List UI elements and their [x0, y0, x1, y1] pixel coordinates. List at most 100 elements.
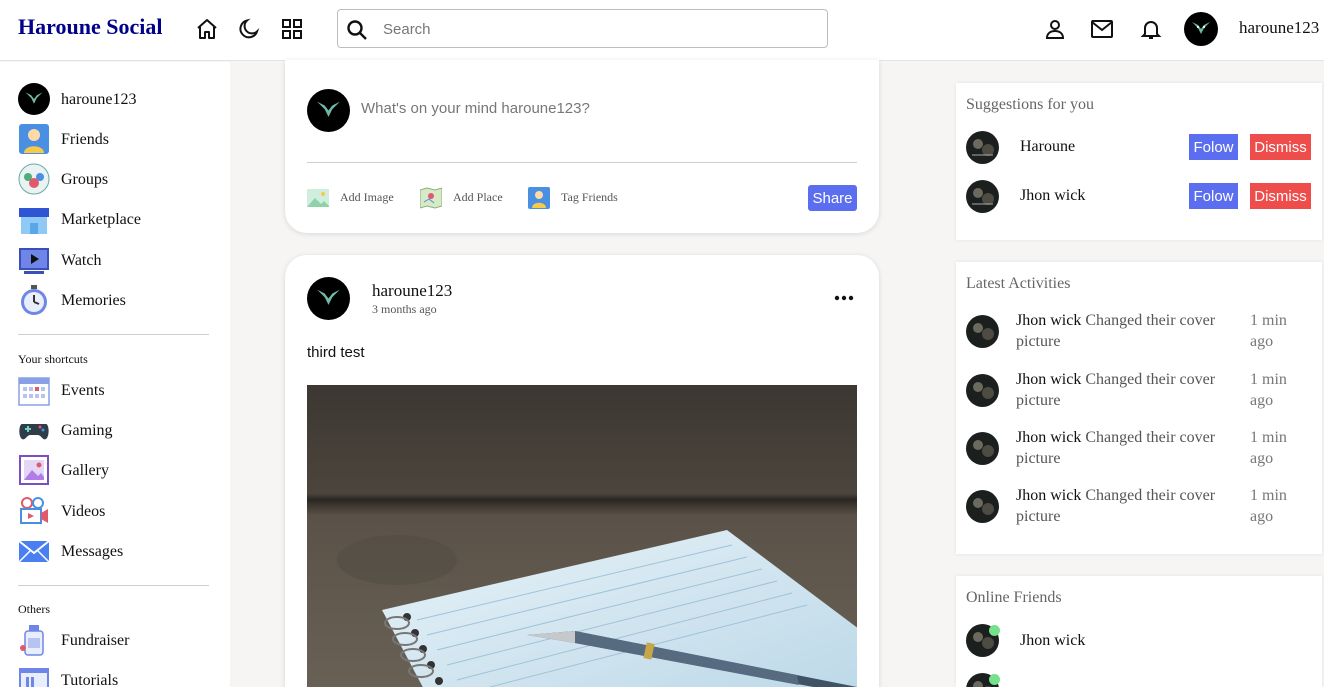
follow-button[interactable]: Folow: [1189, 134, 1238, 160]
tag-friends-label: Tag Friends: [561, 190, 618, 204]
add-image-button[interactable]: Add Image: [307, 187, 407, 209]
sidebar-item-friends[interactable]: Friends: [18, 123, 218, 157]
activity-time: 1 min ago: [1250, 429, 1287, 467]
sidebar-item-label: Tutorials: [61, 672, 119, 687]
sidebar-item-label: Friends: [61, 131, 109, 148]
activity-text: Jhon wick Changed their cover picture: [1016, 485, 1241, 527]
friends-icon: [19, 124, 49, 154]
sidebar-item-gallery[interactable]: Gallery: [18, 454, 218, 488]
sidebar-item-label: Memories: [61, 292, 126, 309]
fundraiser-icon: [20, 625, 44, 656]
post-text: third test: [307, 344, 365, 361]
create-post-card: Add Image Add Place Tag Friends Share: [285, 60, 879, 233]
avatar[interactable]: [966, 374, 999, 407]
avatar-mask-icon: [1192, 22, 1210, 34]
suggestions-card: Suggestions for you Haroune Folow Dismis…: [956, 83, 1322, 240]
sidebar-item-label: Events: [61, 382, 105, 399]
events-icon: [18, 377, 50, 406]
left-sidebar: haroune123 Friends Groups Marketplace Wa…: [0, 62, 230, 687]
person-icon[interactable]: [1043, 17, 1067, 41]
activity-user[interactable]: Jhon wick: [1016, 429, 1081, 446]
sidebar-item-videos[interactable]: Videos: [18, 495, 218, 529]
top-navbar: Haroune Social haroune123: [0, 0, 1324, 61]
avatar: [18, 83, 50, 115]
avatar[interactable]: [966, 131, 999, 164]
sidebar-item-tutorials[interactable]: Tutorials: [18, 664, 218, 687]
composer-divider: [307, 162, 857, 163]
avatar[interactable]: [966, 180, 999, 213]
post-card: haroune123 3 months ago third test: [285, 255, 879, 687]
search-bar: [337, 9, 828, 48]
mail-icon[interactable]: [1090, 17, 1114, 41]
sidebar-divider: [18, 585, 209, 586]
sidebar-item-events[interactable]: Events: [18, 374, 218, 408]
avatar[interactable]: [966, 315, 999, 348]
suggestion-name[interactable]: Haroune: [1020, 138, 1075, 156]
moon-icon[interactable]: [237, 17, 261, 41]
nav-username[interactable]: haroune123: [1239, 18, 1319, 38]
sidebar-item-label: Videos: [61, 503, 106, 520]
sidebar-divider: [18, 334, 209, 335]
online-status-dot: [989, 674, 1000, 685]
avatar[interactable]: [966, 432, 999, 465]
sidebar-item-marketplace[interactable]: Marketplace: [18, 203, 218, 237]
add-place-button[interactable]: Add Place: [420, 187, 520, 209]
activity-time: 1 min ago: [1250, 371, 1287, 409]
activity-text: Jhon wick Changed their cover picture: [1016, 310, 1241, 352]
sidebar-item-label: Gallery: [61, 462, 109, 479]
sidebar-item-label: Marketplace: [61, 211, 141, 228]
post-author[interactable]: haroune123: [372, 281, 452, 301]
sidebar-item-memories[interactable]: Memories: [18, 284, 218, 318]
sidebar-item-fundraiser[interactable]: Fundraiser: [18, 624, 218, 658]
watch-icon: [19, 248, 49, 274]
sidebar-item-label: Messages: [61, 543, 124, 560]
online-friends-card: Online Friends Jhon wick: [956, 576, 1322, 687]
activity-user[interactable]: Jhon wick: [1016, 371, 1081, 388]
home-icon[interactable]: [195, 17, 219, 41]
sidebar-item-label: Fundraiser: [61, 632, 130, 649]
others-heading: Others: [18, 602, 50, 616]
post-image[interactable]: [307, 385, 857, 687]
gallery-icon: [19, 455, 49, 485]
suggestions-title: Suggestions for you: [966, 96, 1094, 113]
activities-card: Latest Activities Jhon wick Changed thei…: [956, 262, 1322, 554]
post-composer-input[interactable]: [361, 100, 841, 117]
bell-icon[interactable]: [1139, 17, 1163, 41]
add-image-label: Add Image: [340, 190, 394, 204]
activity-user[interactable]: Jhon wick: [1016, 487, 1081, 504]
activity-text: Jhon wick Changed their cover picture: [1016, 427, 1241, 469]
groups-icon: [18, 163, 50, 195]
activity-time: 1 min ago: [1250, 487, 1287, 525]
grid-icon[interactable]: [280, 17, 304, 41]
sidebar-item-label: Gaming: [61, 422, 113, 439]
avatar[interactable]: [307, 277, 350, 320]
gaming-icon: [19, 424, 49, 440]
avatar: [307, 89, 350, 132]
image-icon: [307, 189, 329, 207]
sidebar-item-gaming[interactable]: Gaming: [18, 414, 218, 448]
sidebar-item-messages[interactable]: Messages: [18, 535, 218, 569]
tag-friends-button[interactable]: Tag Friends: [528, 187, 638, 209]
share-button[interactable]: Share: [808, 185, 857, 211]
activities-title: Latest Activities: [966, 275, 1071, 292]
user-avatar[interactable]: [1184, 12, 1218, 46]
avatar[interactable]: [966, 490, 999, 523]
tag-friends-icon: [528, 187, 550, 209]
memories-icon: [21, 285, 47, 315]
shortcuts-heading: Your shortcuts: [18, 352, 88, 366]
marketplace-icon: [19, 208, 49, 234]
sidebar-item-watch[interactable]: Watch: [18, 244, 218, 278]
dismiss-button[interactable]: Dismiss: [1250, 134, 1311, 160]
online-status-dot: [989, 625, 1000, 636]
search-icon[interactable]: [345, 18, 369, 42]
suggestion-name[interactable]: Jhon wick: [1020, 187, 1085, 205]
site-logo[interactable]: Haroune Social: [18, 14, 162, 40]
sidebar-item-groups[interactable]: Groups: [18, 163, 218, 197]
online-friend-name[interactable]: Jhon wick: [1020, 632, 1085, 650]
more-options-icon[interactable]: [833, 288, 855, 308]
sidebar-item-profile[interactable]: haroune123: [18, 83, 218, 117]
dismiss-button[interactable]: Dismiss: [1250, 183, 1311, 209]
follow-button[interactable]: Folow: [1189, 183, 1238, 209]
activity-user[interactable]: Jhon wick: [1016, 312, 1081, 329]
search-input[interactable]: [383, 18, 803, 40]
